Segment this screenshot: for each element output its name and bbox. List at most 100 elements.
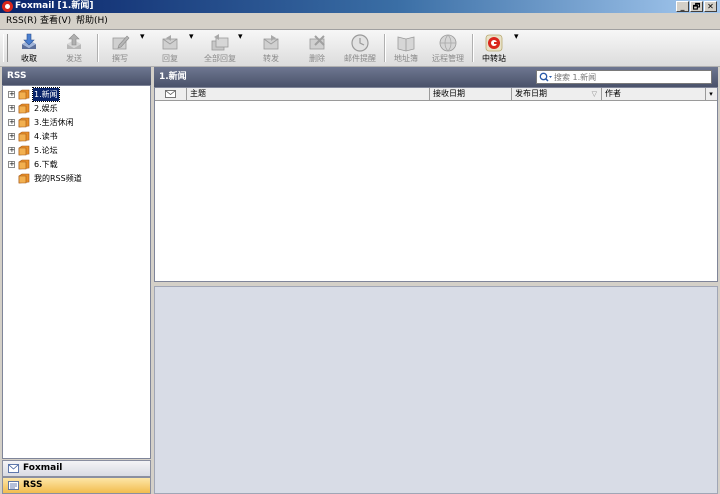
expand-icon[interactable]: +: [8, 105, 15, 112]
send-button[interactable]: 发送: [57, 32, 91, 65]
menu-rss[interactable]: RSS(R): [6, 15, 37, 28]
address-book-icon: [397, 36, 415, 52]
column-header-published-date[interactable]: 发布日期 ▽: [512, 88, 602, 100]
reply-all-label: 全部回复: [204, 54, 236, 63]
search-input[interactable]: [554, 71, 704, 83]
tree-item-label: 4.读书: [34, 132, 58, 141]
forward-icon: [263, 35, 279, 50]
column-received-date-label: 接收日期: [433, 89, 465, 98]
toolbar-separator: [472, 34, 474, 62]
remote-manage-label: 远程管理: [432, 54, 464, 63]
minimize-button[interactable]: _: [676, 1, 689, 12]
column-header-subject[interactable]: 主题: [187, 88, 430, 100]
clock-icon: [351, 34, 369, 52]
main-header: 1.新闻: [154, 67, 718, 87]
rss-folder-tree: + 1.新闻 + 2.娱乐 + 3.生活休闲 + 4.读书 + 5.论坛 + 6…: [2, 85, 151, 459]
transfer-station-icon: [485, 34, 503, 52]
main-pane: 1.新闻 主题 接收日期 发布日期 ▽ 作者 ▾: [154, 67, 718, 494]
rss-folder-icon: [18, 131, 30, 142]
transfer-station-button[interactable]: 中转站: [477, 32, 511, 65]
column-header-received-date[interactable]: 接收日期: [430, 88, 512, 100]
search-icon[interactable]: [539, 72, 553, 83]
rss-folder-icon: [18, 89, 30, 100]
forward-button[interactable]: 转发: [254, 32, 288, 65]
remote-manage-button[interactable]: 远程管理: [428, 32, 468, 65]
compose-button[interactable]: 撰写: [103, 32, 137, 65]
rss-folder-icon: [18, 159, 30, 170]
compose-label: 撰写: [112, 54, 128, 63]
column-subject-label: 主题: [190, 89, 206, 98]
delete-button[interactable]: 删除: [300, 32, 334, 65]
reply-all-button[interactable]: 全部回复: [198, 32, 242, 65]
menu-view[interactable]: 查看(V): [40, 15, 71, 28]
compose-icon: [112, 35, 130, 50]
column-chooser-button[interactable]: ▾: [705, 88, 716, 100]
mail-reminder-label: 邮件提醒: [344, 54, 376, 63]
tree-item-label: 6.下载: [34, 160, 58, 169]
expand-icon[interactable]: +: [8, 119, 15, 126]
envelope-icon: [165, 90, 176, 98]
receive-button[interactable]: 收取: [12, 32, 46, 65]
menu-help[interactable]: 帮助(H): [76, 15, 108, 28]
search-box[interactable]: [536, 70, 712, 84]
column-header-read-status[interactable]: [155, 88, 187, 100]
transfer-station-label: 中转站: [482, 54, 506, 63]
tree-item-label: 2.娱乐: [34, 104, 58, 113]
column-author-label: 作者: [605, 89, 621, 98]
window-controls: _ 🗗 ✕: [676, 1, 717, 12]
receive-icon: [22, 33, 36, 49]
forward-label: 转发: [263, 54, 279, 63]
nav-foxmail-label: Foxmail: [23, 463, 63, 473]
toolbar-grip[interactable]: [3, 34, 8, 62]
tree-item-label: 3.生活休闲: [34, 118, 74, 127]
tree-item-label: 我的RSS频道: [34, 174, 82, 183]
reply-all-dropdown[interactable]: ▾: [238, 32, 243, 65]
transfer-station-dropdown[interactable]: ▾: [514, 32, 519, 65]
menu-bar: RSS(R) 查看(V) 帮助(H): [0, 13, 720, 30]
column-header-author[interactable]: 作者: [602, 88, 705, 100]
rss-folder-icon: [18, 117, 30, 128]
toolbar: 收取 发送 撰写 ▾ 回复 ▾ 全部回复 ▾ 转发 删除 邮件提醒 地址簿 远程…: [0, 30, 720, 67]
expand-icon[interactable]: +: [8, 161, 15, 168]
rss-list-icon: [8, 481, 19, 490]
delete-label: 删除: [309, 54, 325, 63]
rss-folder-icon: [18, 173, 30, 184]
mail-envelope-icon: [8, 464, 19, 473]
nav-foxmail-button[interactable]: Foxmail: [2, 460, 151, 477]
preview-pane: [154, 286, 718, 494]
send-icon: [67, 33, 81, 49]
compose-dropdown[interactable]: ▾: [140, 32, 145, 65]
expand-icon[interactable]: +: [8, 133, 15, 140]
delete-icon: [309, 35, 325, 50]
nav-rss-button[interactable]: RSS: [2, 477, 151, 494]
expand-icon[interactable]: +: [8, 147, 15, 154]
column-published-date-label: 发布日期: [515, 89, 547, 98]
nav-rss-label: RSS: [23, 480, 43, 490]
restore-button[interactable]: 🗗: [690, 1, 703, 12]
address-book-button[interactable]: 地址簿: [389, 32, 423, 65]
address-book-label: 地址簿: [394, 54, 418, 63]
title-bar: Foxmail [1.新闻] _ 🗗 ✕: [0, 0, 720, 13]
window-title: Foxmail [1.新闻]: [15, 1, 94, 11]
receive-label: 收取: [21, 54, 37, 63]
reply-all-icon: [211, 34, 229, 51]
reply-label: 回复: [162, 54, 178, 63]
expand-icon[interactable]: +: [8, 91, 15, 98]
tree-item-label: 5.论坛: [34, 146, 58, 155]
tree-item-label: 1.新闻: [32, 87, 60, 102]
mail-reminder-button[interactable]: 邮件提醒: [340, 32, 380, 65]
sidebar-header: RSS: [2, 67, 151, 85]
folder-title: 1.新闻: [159, 72, 187, 82]
column-header-row: 主题 接收日期 发布日期 ▽ 作者 ▾: [155, 88, 717, 101]
toolbar-separator: [97, 34, 99, 62]
reply-button[interactable]: 回复: [153, 32, 187, 65]
remote-icon: [439, 34, 457, 52]
reply-dropdown[interactable]: ▾: [189, 32, 194, 65]
message-list: 主题 接收日期 发布日期 ▽ 作者 ▾: [154, 87, 718, 282]
reply-icon: [162, 35, 178, 50]
sort-indicator-icon: ▽: [591, 90, 597, 98]
rss-folder-icon: [18, 145, 30, 156]
close-button[interactable]: ✕: [704, 1, 717, 12]
rss-sidebar: RSS + 1.新闻 + 2.娱乐 + 3.生活休闲 + 4.读书 + 5.论坛: [2, 67, 151, 494]
send-label: 发送: [66, 54, 82, 63]
